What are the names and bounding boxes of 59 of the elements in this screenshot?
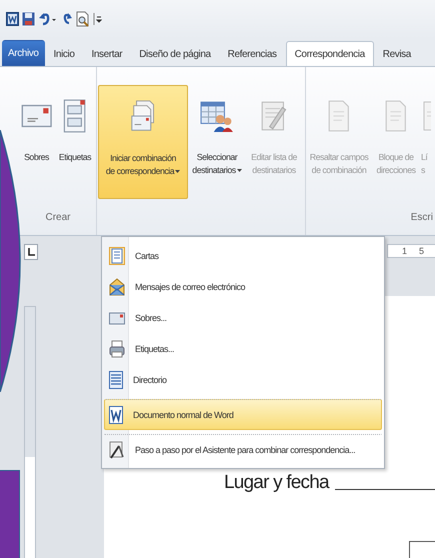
word-logo-icon[interactable] (6, 12, 19, 26)
menu-item[interactable]: Documento normal de Word (104, 399, 382, 430)
ruler-number: 1 (402, 246, 408, 256)
ruler-number: 5 (419, 246, 424, 256)
tab-stop-icon (28, 248, 34, 256)
button-label: de combinación (312, 164, 366, 177)
button-label: Etiquetas (58, 151, 92, 164)
button-label: de correspondencia (106, 165, 180, 178)
directory-list-icon (109, 370, 123, 388)
document-icon (326, 99, 352, 133)
button-label: Editar lista de (251, 151, 297, 164)
ribbon-button[interactable]: Seleccionar destinatarios (189, 89, 245, 199)
button-label: Bloque de (378, 151, 414, 164)
menu-item[interactable]: Paso a paso por el Asistente para combinar correspondencia... (104, 434, 382, 465)
button-label: s (421, 164, 425, 177)
group-label: Escri (410, 211, 434, 225)
button-label: Lí (421, 151, 428, 164)
document-icon (421, 99, 431, 133)
print-preview-icon[interactable] (76, 11, 90, 27)
menu-item[interactable]: Sobres... (104, 302, 382, 333)
ribbon-tab[interactable]: Insertar (84, 42, 130, 66)
button-label: direcciones (376, 164, 416, 177)
menu-item[interactable]: Cartas (104, 240, 382, 271)
ribbon-tab[interactable]: Inicio (46, 42, 82, 66)
recipients-list-icon (200, 99, 234, 133)
caret-icon (236, 168, 242, 172)
redo-icon[interactable] (61, 12, 73, 26)
word-document-icon (109, 406, 123, 424)
ribbon-tab[interactable]: Archivo (2, 40, 45, 66)
email-envelope-icon (109, 278, 125, 296)
group-label: Crear (44, 211, 72, 225)
edit-list-icon (259, 99, 289, 133)
button-label: Resaltar campos (310, 151, 368, 164)
letter-icon (109, 246, 125, 264)
document-icon (383, 99, 409, 133)
button-label: destinatarios (192, 164, 242, 177)
label-printer-icon (109, 340, 125, 358)
undo-icon[interactable] (38, 12, 58, 26)
ribbon-tab[interactable]: Revisa (374, 42, 419, 66)
button-label: Seleccionar (196, 151, 238, 164)
envelope-icon (109, 310, 125, 324)
button-label: destinatarios (252, 164, 296, 177)
button-label: Sobres (24, 151, 49, 164)
ribbon-tab[interactable]: Diseño de página (131, 42, 219, 66)
caret-icon (175, 170, 180, 174)
ribbon-tab[interactable]: Referencias (220, 42, 285, 66)
menu-item[interactable]: Etiquetas... (104, 333, 382, 364)
ribbon-tab[interactable]: Correspondencia (286, 41, 374, 66)
tab-selector[interactable] (24, 244, 38, 260)
ribbon-button[interactable]: Etiquetas (53, 89, 97, 199)
document-text: Lugar y fecha (224, 472, 329, 494)
customize-toolbar-icon[interactable] (93, 13, 102, 25)
ribbon-button[interactable]: Iniciar combinación de correspondencia (98, 85, 188, 199)
wizard-wand-icon (109, 440, 125, 458)
menu-item[interactable]: Mensajes de correo electrónico (104, 271, 382, 302)
button-label: Iniciar combinación (110, 152, 176, 165)
menu-item[interactable]: Directorio (104, 364, 382, 395)
save-icon[interactable] (22, 12, 35, 26)
ribbon-button[interactable]: Sobres (21, 89, 52, 199)
